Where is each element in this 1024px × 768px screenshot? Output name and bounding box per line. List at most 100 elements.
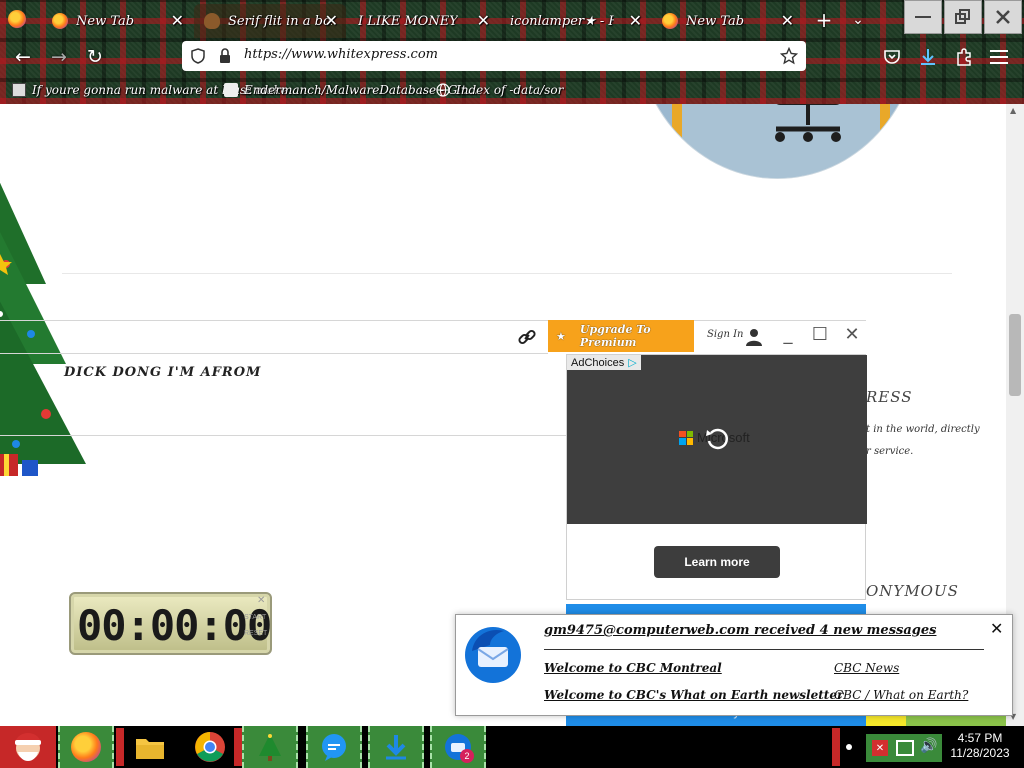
bookmark-star-icon[interactable]: [780, 47, 798, 65]
downloads-icon[interactable]: [918, 47, 938, 67]
close-tab-icon[interactable]: ✕: [629, 11, 642, 30]
security-alert-icon[interactable]: ✕: [872, 740, 888, 756]
volume-icon[interactable]: 🔊: [920, 738, 937, 754]
reload-button[interactable]: ↻: [82, 44, 108, 70]
taskbar-christmas-app[interactable]: [242, 726, 298, 768]
back-button[interactable]: ←: [10, 44, 36, 70]
start-button[interactable]: START: [244, 614, 266, 621]
taskbar: 2 ✕ 🔊 4:57 PM 11/28/2023: [0, 726, 1024, 768]
close-tab-icon[interactable]: ✕: [477, 11, 490, 30]
minimize-button[interactable]: [904, 0, 942, 34]
firefox-icon: [71, 732, 101, 762]
editor-divider: [0, 353, 548, 354]
close-window-button[interactable]: [984, 0, 1022, 34]
christmas-tree-icon: [259, 734, 281, 761]
tab-5[interactable]: New Tab ✕: [652, 4, 802, 38]
link-icon[interactable]: [517, 327, 537, 347]
show-hidden-icons-dot[interactable]: [846, 744, 852, 750]
unread-badge: 2: [460, 749, 474, 763]
taskbar-clock[interactable]: 4:57 PM 11/28/2023: [944, 731, 1016, 761]
close-tab-icon[interactable]: ✕: [325, 11, 338, 30]
firefox-icon: [662, 13, 678, 29]
stopwatch-widget[interactable]: 00:00:00 START RESET ✕: [69, 592, 272, 655]
folder-icon: [136, 739, 164, 759]
video-ad[interactable]: AdChoices ▷ Microsoft Learn more: [566, 354, 867, 600]
tab-bar: New Tab ✕ Serif flit in a box · ... ✕ I …: [0, 0, 1024, 40]
editor-body-text[interactable]: DICK DONG I'M AFROM: [64, 365, 261, 380]
close-panel-icon[interactable]: ✕: [842, 324, 862, 345]
maximize-panel-icon[interactable]: ☐: [810, 324, 830, 345]
close-stopwatch-icon[interactable]: ✕: [257, 595, 265, 606]
adchoices-icon: ▷: [628, 356, 637, 369]
shield-icon[interactable]: [190, 48, 206, 64]
clock-time: 4:57 PM: [957, 731, 1003, 745]
taskbar-chrome[interactable]: [182, 726, 238, 768]
star-icon: ★: [556, 329, 566, 343]
tab-2[interactable]: Serif flit in a box · ... ✕: [194, 4, 346, 38]
restore-icon: [955, 9, 970, 24]
chrome-icon: [195, 732, 225, 762]
message-folder[interactable]: CBC / What on Earth?: [834, 688, 968, 702]
tab-1[interactable]: New Tab ✕: [42, 4, 192, 38]
globe-icon: [436, 83, 450, 97]
mail-notification[interactable]: gm9475@computerweb.com received 4 new me…: [455, 614, 1013, 716]
santa-icon: [15, 733, 41, 761]
taskbar-thunderbird[interactable]: 2: [430, 726, 486, 768]
url-bar[interactable]: https://www.whitexpress.com: [182, 41, 806, 71]
reset-button[interactable]: RESET: [244, 630, 267, 637]
taskbar-chat-app[interactable]: [306, 726, 362, 768]
divider: [62, 273, 952, 274]
scroll-up-arrow-icon[interactable]: ▲: [1010, 106, 1016, 115]
bookmark-label: Index of -data/sor: [456, 83, 564, 97]
start-button[interactable]: [0, 726, 56, 768]
taskbar-download-app[interactable]: [368, 726, 424, 768]
side-heading: RESS: [866, 388, 913, 406]
tab-title: New Tab: [76, 13, 135, 29]
scrollbar-thumb[interactable]: [1009, 314, 1021, 396]
user-icon[interactable]: [745, 328, 763, 346]
browser-chrome: New Tab ✕ Serif flit in a box · ... ✕ I …: [0, 0, 1024, 104]
close-tab-icon[interactable]: ✕: [171, 11, 184, 30]
firefox-menu-icon[interactable]: [8, 10, 26, 28]
message-subject[interactable]: Welcome to CBC Montreal: [544, 661, 722, 675]
ad-video[interactable]: AdChoices ▷ Microsoft: [567, 355, 867, 524]
chat-bubble-icon: [322, 734, 346, 761]
replay-icon[interactable]: [703, 425, 731, 453]
learn-more-button[interactable]: Learn more: [654, 546, 780, 578]
tab-3[interactable]: I LIKE MONEY ✕: [348, 4, 498, 38]
book-icon: [12, 83, 26, 97]
clock-date: 11/28/2023: [950, 746, 1010, 760]
restore-button[interactable]: [944, 0, 982, 34]
notification-divider: [544, 649, 984, 650]
menu-hamburger-icon[interactable]: [990, 48, 1008, 66]
minimize-panel-icon[interactable]: _: [778, 324, 798, 345]
tab-title: I LIKE MONEY: [358, 13, 458, 29]
url-text[interactable]: https://www.whitexpress.com: [244, 47, 438, 62]
tab-title: iconlamper★ - HTML: [510, 13, 614, 29]
tab-title: Serif flit in a box · ...: [228, 13, 332, 29]
taskbar-firefox[interactable]: [58, 726, 114, 768]
tab-4[interactable]: iconlamper★ - HTML ✕: [500, 4, 650, 38]
close-tab-icon[interactable]: ✕: [781, 11, 794, 30]
lock-icon[interactable]: [218, 48, 232, 64]
forward-button[interactable]: →: [46, 44, 72, 70]
side-text-line: r service.: [866, 446, 914, 457]
message-folder[interactable]: CBC News: [834, 661, 899, 675]
microsoft-logo-icon: [679, 430, 693, 445]
extensions-icon[interactable]: [954, 47, 974, 67]
minimize-icon: [915, 16, 931, 18]
sign-in-link[interactable]: Sign In: [707, 329, 743, 340]
message-subject[interactable]: Welcome to CBC's What on Earth newslette…: [544, 688, 843, 702]
adchoices-badge[interactable]: AdChoices ▷: [567, 355, 641, 370]
upgrade-premium-button[interactable]: ★ Upgrade To Premium: [548, 320, 694, 352]
thunderbird-icon: [465, 627, 521, 683]
network-icon[interactable]: [896, 740, 914, 756]
tab-list-chevron-icon[interactable]: ⌄: [846, 8, 870, 32]
github-icon: [224, 83, 238, 97]
taskbar-file-explorer[interactable]: [122, 726, 178, 768]
pocket-icon[interactable]: [883, 48, 901, 66]
new-tab-button[interactable]: +: [812, 8, 836, 32]
notification-title: gm9475@computerweb.com received 4 new me…: [544, 623, 937, 638]
close-notification-icon[interactable]: ✕: [990, 619, 1003, 638]
bookmark-item[interactable]: Index of -data/sor: [436, 80, 563, 100]
